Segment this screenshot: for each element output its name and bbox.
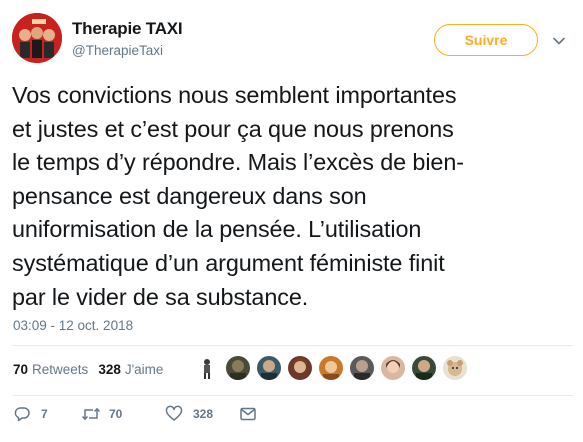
heart-icon	[165, 405, 183, 423]
liker-avatar[interactable]	[443, 356, 467, 380]
tweet-line: systématique d’un argument féministe fin…	[12, 249, 445, 276]
liker-avatar[interactable]	[412, 356, 436, 380]
tweet-line: par le vider de sa substance.	[12, 283, 309, 310]
liker-avatars	[195, 356, 467, 380]
tweet-line: et justes et c’est pour ça que nous pren…	[12, 115, 454, 142]
tweet-actions: 7 70 328	[13, 405, 257, 423]
tweet-stats: 70 Retweets 328 J'aime	[13, 362, 163, 377]
tweet-line: pensance est dangereux dans son	[12, 182, 367, 209]
liker-avatar[interactable]	[319, 356, 343, 380]
like-count: 328	[193, 407, 214, 421]
tweet-line: Vos convictions nous semblent importante…	[12, 82, 457, 108]
tweet-line: uniformisation de la pensée. L’utilisati…	[12, 216, 422, 243]
divider	[12, 395, 573, 396]
likes-label: J'aime	[124, 362, 164, 377]
divider	[12, 345, 573, 346]
envelope-icon	[239, 405, 257, 423]
reply-action[interactable]: 7	[13, 405, 81, 423]
liker-avatar[interactable]	[257, 356, 281, 380]
reply-count: 7	[41, 407, 48, 421]
retweet-icon	[81, 405, 101, 423]
direct-message-action[interactable]	[239, 405, 257, 423]
likes-stat[interactable]: 328 J'aime	[98, 362, 163, 377]
liker-avatar[interactable]	[381, 356, 405, 380]
tweet-timestamp[interactable]: 03:09 - 12 oct. 2018	[13, 318, 133, 333]
retweet-action[interactable]: 70	[81, 405, 165, 423]
liker-avatar[interactable]	[288, 356, 312, 380]
tweet-line: le temps d’y répondre. Mais l’excès de b…	[12, 149, 464, 176]
retweets-count: 70	[13, 362, 29, 377]
liker-avatar[interactable]	[350, 356, 374, 380]
retweets-stat[interactable]: 70 Retweets	[13, 362, 88, 377]
liker-avatar[interactable]	[195, 356, 219, 380]
retweets-label: Retweets	[32, 362, 89, 377]
likes-count: 328	[98, 362, 121, 377]
follow-button[interactable]: Suivre	[434, 24, 538, 56]
liker-avatar[interactable]	[226, 356, 250, 380]
profile-avatar[interactable]	[12, 13, 62, 63]
account-name[interactable]: Therapie TAXI	[72, 19, 183, 39]
chevron-down-icon[interactable]	[552, 34, 566, 48]
like-action[interactable]: 328	[165, 405, 239, 423]
account-handle[interactable]: @TherapieTaxi	[72, 43, 163, 58]
tweet-text: Vos convictions nous semblent importante…	[12, 79, 572, 314]
retweet-count: 70	[109, 407, 123, 421]
reply-icon	[13, 405, 31, 423]
